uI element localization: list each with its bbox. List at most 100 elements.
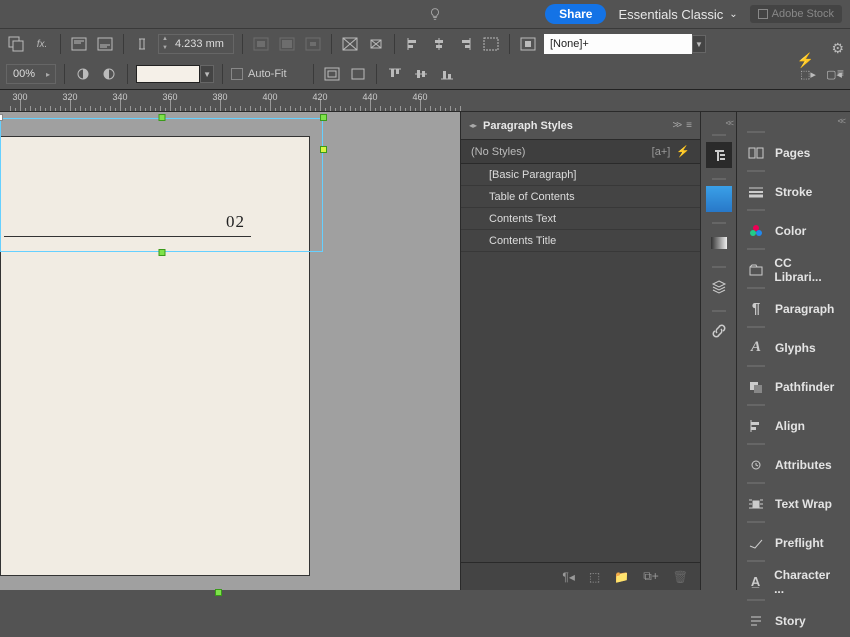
selection-handle[interactable] (215, 589, 222, 596)
panel-tab-color[interactable]: Color (737, 214, 850, 247)
collapsed-panel-dock: << (700, 112, 736, 590)
panel-menu-icon[interactable]: ≡ (837, 66, 844, 80)
panel-title: Paragraph Styles (483, 120, 573, 132)
align-left-edges-icon[interactable] (403, 34, 423, 54)
chevron-down-icon: ⌄ (729, 9, 737, 20)
panel-tab-story[interactable]: Story (737, 604, 850, 637)
gradient-icon[interactable] (706, 230, 732, 256)
align-v-centers-icon[interactable] (411, 64, 431, 84)
layers-icon[interactable] (706, 274, 732, 300)
text-wrap-none-icon[interactable] (518, 34, 538, 54)
fx-icon[interactable]: fx. (32, 34, 52, 54)
adobe-stock-placeholder: Adobe Stock (772, 8, 834, 20)
style-group-header[interactable]: (No Styles) [a+] ⚡ (461, 140, 700, 164)
stroke-icon (747, 183, 765, 201)
clear-overrides-icon[interactable]: ⬚ (589, 570, 600, 584)
pages-icon (747, 144, 765, 162)
height-field[interactable]: ▲▼ (158, 34, 234, 54)
paragraph-styles-icon[interactable] (706, 142, 732, 168)
paragraph-style-item[interactable]: Contents Title (461, 230, 700, 252)
quick-apply-icon[interactable]: ⚡ (676, 145, 690, 158)
panel-tab-align[interactable]: Align (737, 409, 850, 442)
swatches-icon[interactable] (706, 186, 732, 212)
quick-apply-icon[interactable]: ⚡ (797, 52, 814, 69)
checkbox-icon (231, 68, 243, 80)
selection-handle[interactable] (158, 114, 165, 121)
preflight-icon (747, 534, 765, 552)
panel-tab-pathfinder[interactable]: Pathfinder (737, 370, 850, 403)
control-bar: fx. ▲▼ [None]+ ▼ 00% ▸ (0, 28, 850, 90)
workspace-selector[interactable]: Essentials Classic ⌄ (618, 7, 737, 22)
chevron-down-icon[interactable]: ▼ (200, 65, 214, 83)
panel-tab-text-wrap[interactable]: Text Wrap (737, 487, 850, 520)
paragraph-style-dropdown[interactable]: [None]+ ▼ (544, 34, 706, 54)
selection-handle[interactable] (0, 114, 3, 121)
outport-handle[interactable] (320, 146, 327, 153)
panel-tab-pages[interactable]: Pages (737, 136, 850, 169)
new-style-a-icon[interactable]: [a+] (652, 146, 671, 158)
links-icon[interactable] (706, 318, 732, 344)
cc-librari--icon (747, 261, 764, 279)
collapse-panel-icon[interactable]: >> (672, 120, 680, 131)
text-align-frame-bottom-icon[interactable] (95, 34, 115, 54)
align-to-selection-icon[interactable] (481, 34, 501, 54)
center-content-icon[interactable] (303, 34, 323, 54)
new-style-icon[interactable]: ⧉+ (643, 569, 659, 584)
panel-tab-cc-librari-[interactable]: CC Librari... (737, 253, 850, 286)
paragraph-style-item[interactable]: [Basic Paragraph] (461, 164, 700, 186)
fit-frame-icon[interactable] (277, 34, 297, 54)
story-icon (747, 612, 765, 630)
autofit-checkbox[interactable]: Auto-Fit (231, 68, 287, 80)
panel-tab-preflight[interactable]: Preflight (737, 526, 850, 559)
selection-handle[interactable] (158, 249, 165, 256)
frame-options-b-icon[interactable] (348, 64, 368, 84)
document-canvas[interactable]: 02 (0, 112, 460, 590)
share-button[interactable]: Share (545, 4, 606, 24)
frame-fit-a-icon[interactable] (340, 34, 360, 54)
new-group-icon[interactable]: 📁 (614, 570, 629, 584)
constrain-proportions-icon[interactable] (132, 34, 152, 54)
settings-gear-icon[interactable]: ⚙ (831, 40, 844, 57)
hint-bulb-icon[interactable] (428, 7, 442, 21)
paragraph-style-item[interactable]: Contents Text (461, 208, 700, 230)
collapse-dock-icon[interactable]: << (725, 118, 732, 128)
panel-tab-paragraph[interactable]: ¶Paragraph (737, 292, 850, 325)
horizontal-ruler[interactable]: 300320340360380400420440460 (0, 90, 850, 112)
paragraph-icon: ¶ (747, 300, 765, 318)
fit-content-icon[interactable] (251, 34, 271, 54)
group-label: (No Styles) (471, 146, 525, 158)
align-h-centers-icon[interactable] (429, 34, 449, 54)
panel-tab-glyphs[interactable]: AGlyphs (737, 331, 850, 364)
zoom-field[interactable]: 00% ▸ (6, 64, 56, 84)
panel-menu-icon[interactable]: ≡ (686, 120, 692, 131)
delete-style-icon[interactable]: 🗑 (673, 570, 688, 584)
workspace-label: Essentials Classic (618, 7, 723, 22)
panel-tab-character-[interactable]: A̲Character ... (737, 565, 850, 598)
panel-tab[interactable]: ◂▸ Paragraph Styles >> ≡ (461, 112, 700, 140)
fill-stroke-icon[interactable] (6, 34, 26, 54)
paragraph-style-item[interactable]: Table of Contents (461, 186, 700, 208)
height-input[interactable] (171, 38, 233, 50)
chevron-down-icon[interactable]: ▼ (692, 35, 706, 53)
glyphs-icon: A (747, 339, 765, 357)
zoom-value: 00% (7, 68, 41, 80)
selected-text-frame[interactable]: 02 (0, 118, 323, 252)
paragraph-info-icon[interactable]: ¶◂ (562, 570, 574, 584)
selection-handle[interactable] (320, 114, 327, 121)
autofit-label: Auto-Fit (248, 68, 287, 80)
opacity-icon[interactable] (73, 64, 93, 84)
text-align-frame-top-icon[interactable] (69, 34, 89, 54)
frame-fit-b-icon[interactable] (366, 34, 386, 54)
frame-options-a-icon[interactable] (322, 64, 342, 84)
adobe-stock-search[interactable]: Adobe Stock (750, 5, 842, 23)
panel-tab-attributes[interactable]: Attributes (737, 448, 850, 481)
align-right-edges-icon[interactable] (455, 34, 475, 54)
collapse-dock-icon[interactable]: << (837, 116, 844, 126)
panel-tab-stroke[interactable]: Stroke (737, 175, 850, 208)
fill-swatch[interactable] (136, 65, 200, 83)
align-top-edges-icon[interactable] (385, 64, 405, 84)
color-icon (747, 222, 765, 240)
align-bottom-edges-icon[interactable] (437, 64, 457, 84)
expand-collapse-icon[interactable]: ◂▸ (469, 121, 477, 130)
opacity-alt-icon[interactable] (99, 64, 119, 84)
